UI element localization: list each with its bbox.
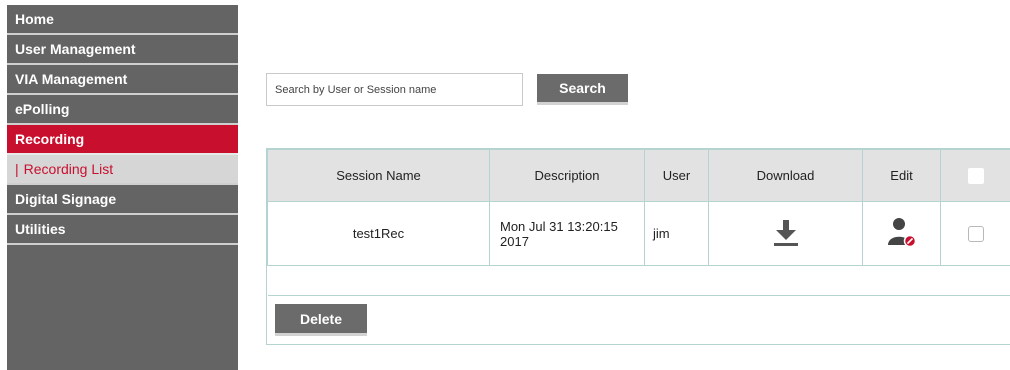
table-empty-row — [267, 265, 1010, 296]
sidebar-item-home[interactable]: Home — [7, 5, 238, 35]
sidebar-item-utilities[interactable]: Utilities — [7, 215, 238, 245]
sidebar-nav: Home User Management VIA Management ePol… — [7, 5, 238, 370]
sidebar-item-digital-signage[interactable]: Digital Signage — [7, 185, 238, 215]
sidebar-item-via-management[interactable]: VIA Management — [7, 65, 238, 95]
header-download: Download — [708, 149, 863, 202]
cell-select — [940, 201, 1010, 266]
recording-table: Session Name Description User Download E… — [266, 148, 1010, 345]
header-session-name: Session Name — [267, 149, 490, 202]
table-header-row: Session Name Description User Download E… — [267, 149, 1010, 202]
header-edit: Edit — [862, 149, 941, 202]
row-select-checkbox[interactable] — [968, 225, 984, 242]
header-select-all — [940, 149, 1010, 202]
cell-session-name: test1Rec — [267, 201, 490, 266]
sidebar-subitem-marker: | — [15, 161, 19, 177]
delete-button[interactable]: Delete — [275, 304, 367, 336]
download-icon[interactable] — [771, 217, 801, 250]
table-row: test1Rec Mon Jul 31 13:20:15 2017 jim — [267, 201, 1010, 266]
cell-edit — [862, 201, 941, 266]
sidebar-item-recording[interactable]: Recording — [7, 125, 238, 155]
cell-description: Mon Jul 31 13:20:15 2017 — [489, 201, 645, 266]
empty-cell — [267, 265, 1010, 296]
sidebar-item-epolling[interactable]: ePolling — [7, 95, 238, 125]
sidebar-subitem-recording-list[interactable]: | Recording List — [7, 155, 238, 185]
search-input[interactable] — [266, 73, 523, 106]
sidebar-item-user-management[interactable]: User Management — [7, 35, 238, 65]
header-user: User — [644, 149, 709, 202]
search-button[interactable]: Search — [537, 74, 628, 105]
cell-download — [708, 201, 863, 266]
header-description: Description — [489, 149, 645, 202]
cell-user: jim — [644, 201, 709, 266]
sidebar-subitem-label: Recording List — [23, 161, 114, 177]
user-edit-icon[interactable] — [886, 216, 918, 251]
select-all-checkbox[interactable] — [968, 167, 984, 184]
